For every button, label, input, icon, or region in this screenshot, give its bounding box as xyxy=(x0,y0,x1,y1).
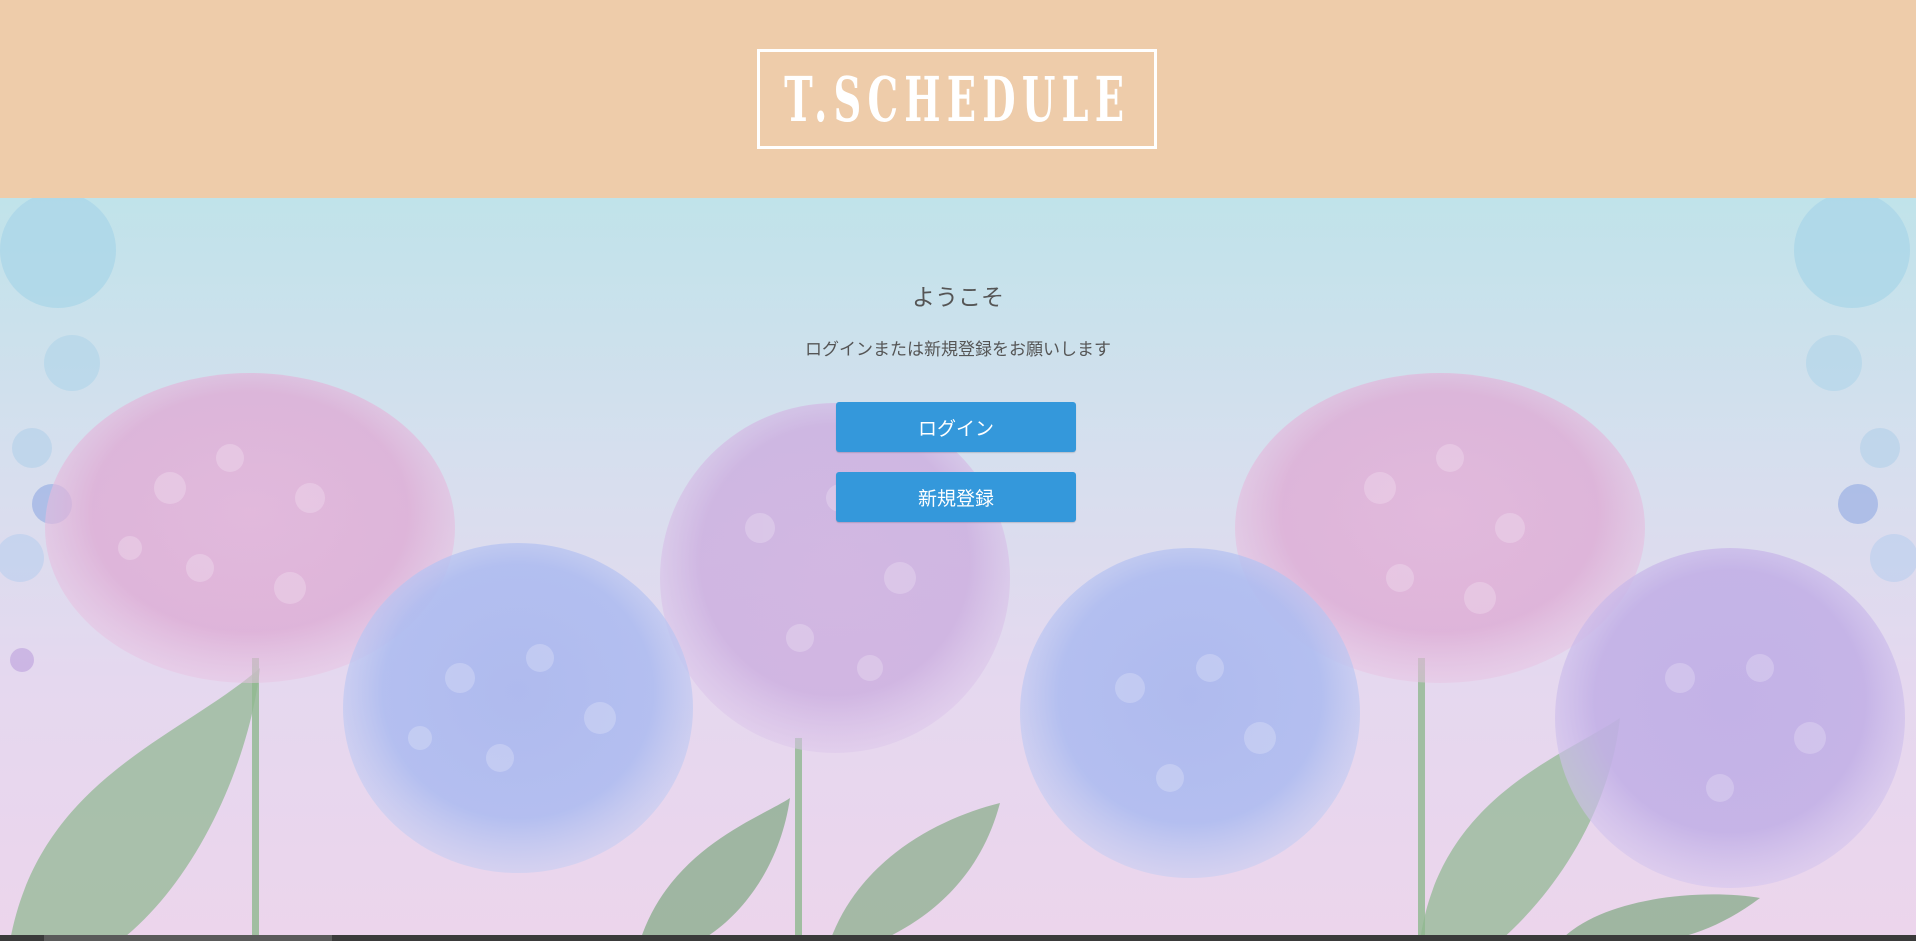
page: T.SCHEDULE ようこそ ログインまたは新規登録をお願いします ログイン … xyxy=(0,0,1916,941)
site-logo[interactable]: T.SCHEDULE xyxy=(757,49,1157,149)
logo-text: T.SCHEDULE xyxy=(783,62,1131,136)
welcome-heading: ようこそ xyxy=(912,285,1004,311)
bottom-edge-strip xyxy=(0,935,1916,941)
header-bar: T.SCHEDULE xyxy=(0,0,1916,198)
register-button[interactable]: 新規登録 xyxy=(836,472,1076,522)
login-button[interactable]: ログイン xyxy=(836,402,1076,452)
welcome-subtitle: ログインまたは新規登録をお願いします xyxy=(805,340,1111,360)
welcome-section: ようこそ ログインまたは新規登録をお願いします ログイン 新規登録 xyxy=(0,198,1916,941)
bottom-strip-segment xyxy=(44,935,332,941)
